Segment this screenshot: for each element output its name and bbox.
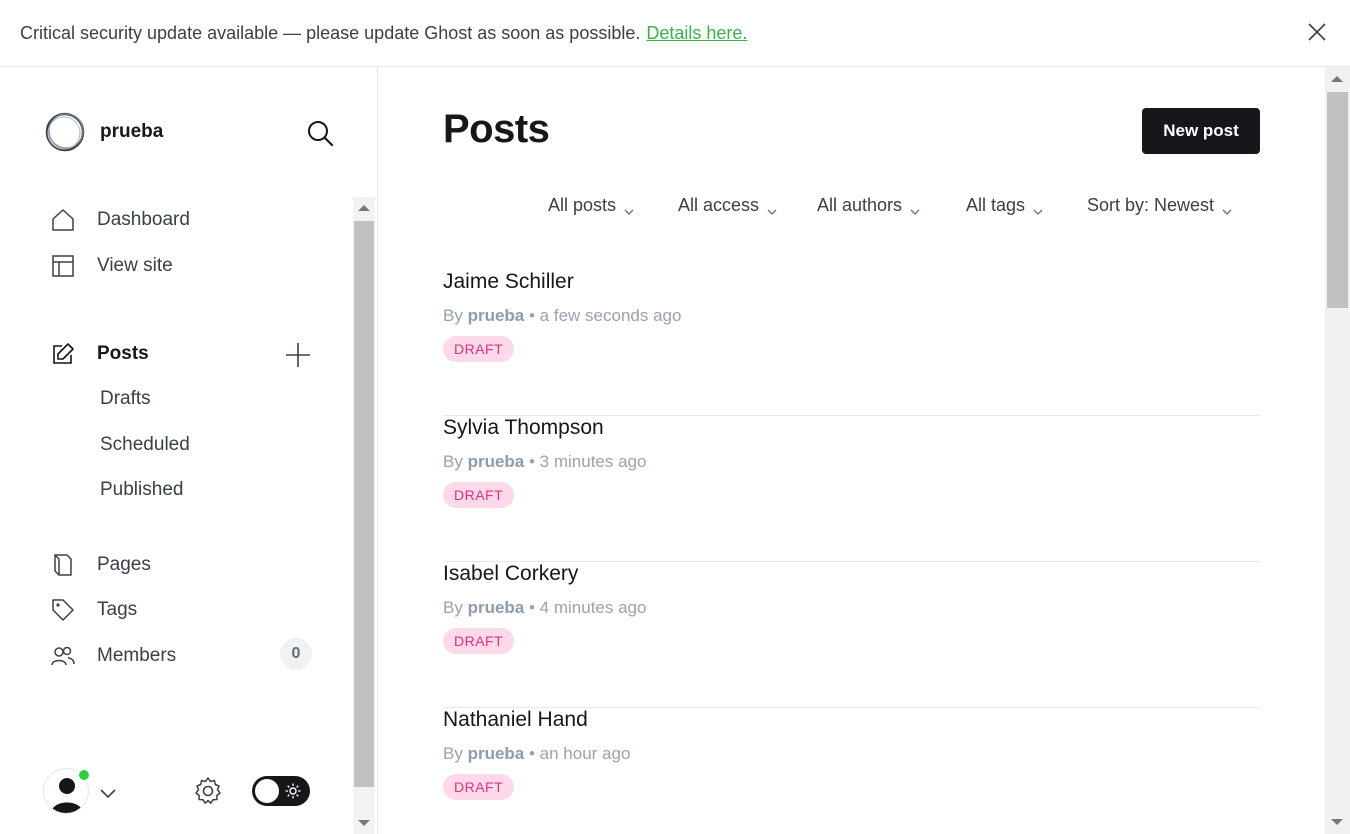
add-post-icon[interactable] (284, 341, 312, 369)
scrollbar-thumb[interactable] (1327, 92, 1348, 308)
post-title: Jaime Schiller (443, 270, 574, 293)
sidebar-item-posts[interactable]: Posts (50, 336, 320, 372)
scroll-down-arrow[interactable] (358, 820, 370, 826)
search-icon[interactable] (306, 119, 334, 147)
filter-all-access[interactable]: All access (678, 195, 777, 216)
sun-icon (285, 783, 301, 799)
scroll-down-arrow[interactable] (1331, 819, 1343, 825)
sidebar-subitem-drafts[interactable]: Drafts (100, 383, 151, 415)
post-time: • 4 minutes ago (529, 598, 647, 617)
post-meta: By prueba • 3 minutes ago (443, 452, 646, 472)
security-update-banner: Critical security update available — ple… (0, 0, 1350, 67)
scroll-up-arrow[interactable] (1331, 76, 1343, 82)
filter-sort-by[interactable]: Sort by: Newest (1087, 195, 1232, 216)
sidebar-item-label: Pages (97, 554, 151, 575)
sidebar-item-label: Posts (97, 343, 149, 364)
sidebar-item-label: Dashboard (97, 209, 190, 230)
scrollbar-thumb[interactable] (354, 221, 374, 787)
new-post-button[interactable]: New post (1142, 108, 1260, 154)
filter-all-posts[interactable]: All posts (548, 195, 634, 216)
scroll-up-arrow[interactable] (358, 205, 370, 211)
filter-all-tags[interactable]: All tags (966, 195, 1043, 216)
status-badge: DRAFT (443, 628, 515, 654)
post-author: prueba (467, 306, 525, 325)
sidebar-item-view-site[interactable]: View site (50, 248, 320, 284)
sidebar-item-pages[interactable]: Pages (50, 547, 320, 583)
chevron-down-icon[interactable] (98, 783, 118, 803)
status-badge: DRAFT (443, 336, 515, 362)
chevron-down-icon (767, 201, 777, 215)
post-by: By (443, 744, 463, 763)
post-time: • a few seconds ago (529, 306, 682, 325)
post-meta: By prueba • an hour ago (443, 744, 630, 764)
page-title: Posts (443, 107, 550, 151)
page-icon (50, 552, 76, 578)
post-time: • 3 minutes ago (529, 452, 647, 471)
chevron-down-icon (1222, 201, 1232, 215)
post-by: By (443, 598, 463, 617)
main-content: Posts New post All posts All access All … (379, 67, 1325, 834)
post-title: Sylvia Thompson (443, 416, 604, 439)
site-logo-icon (44, 111, 86, 153)
banner-details-link[interactable]: Details here. (646, 23, 747, 44)
sidebar-scrollbar[interactable] (353, 197, 375, 834)
sidebar: prueba Dashboard View site Posts Drafts … (0, 67, 378, 834)
sidebar-item-dashboard[interactable]: Dashboard (50, 202, 320, 238)
sidebar-subitem-published[interactable]: Published (100, 474, 183, 506)
sidebar-item-label: Tags (97, 599, 138, 620)
filter-all-authors[interactable]: All authors (817, 195, 920, 216)
sidebar-item-label: View site (97, 255, 173, 276)
status-badge: DRAFT (443, 774, 515, 800)
post-list-item[interactable]: Nathaniel Hand By prueba • an hour ago D… (443, 708, 1260, 834)
status-badge: DRAFT (443, 482, 515, 508)
gear-icon[interactable] (193, 776, 223, 806)
members-count-badge: 0 (280, 638, 312, 670)
filter-label: All tags (966, 195, 1026, 215)
post-title: Isabel Corkery (443, 562, 579, 585)
filter-label: All authors (817, 195, 903, 215)
post-time: • an hour ago (529, 744, 631, 763)
home-icon (50, 207, 76, 233)
post-list-item[interactable]: Jaime Schiller By prueba • a few seconds… (443, 270, 1260, 416)
post-list-item[interactable]: Sylvia Thompson By prueba • 3 minutes ag… (443, 416, 1260, 562)
layout-icon (50, 253, 76, 279)
members-icon (50, 643, 76, 669)
post-filters: All posts All access All authors All tag… (379, 195, 1325, 221)
banner-message: Critical security update available — ple… (20, 22, 641, 43)
post-title: Nathaniel Hand (443, 708, 588, 731)
chevron-down-icon (624, 201, 634, 215)
post-author: prueba (467, 744, 525, 763)
post-meta: By prueba • a few seconds ago (443, 306, 681, 326)
toggle-knob (255, 779, 279, 803)
post-list-item[interactable]: Isabel Corkery By prueba • 4 minutes ago… (443, 562, 1260, 708)
post-author: prueba (467, 452, 525, 471)
site-brand[interactable]: prueba (44, 111, 163, 153)
sidebar-item-tags[interactable]: Tags (50, 592, 320, 628)
online-status-dot (77, 768, 91, 782)
edit-icon (50, 341, 76, 367)
theme-toggle[interactable] (252, 776, 310, 806)
sidebar-subitem-scheduled[interactable]: Scheduled (100, 429, 190, 461)
window-scrollbar[interactable] (1325, 67, 1350, 834)
post-author: prueba (467, 598, 525, 617)
filter-label: All posts (548, 195, 617, 215)
chevron-down-icon (910, 201, 920, 215)
filter-label: Sort by: Newest (1087, 195, 1215, 215)
post-meta: By prueba • 4 minutes ago (443, 598, 646, 618)
filter-label: All access (678, 195, 760, 215)
sidebar-item-label: Members (97, 645, 177, 666)
close-icon[interactable] (1306, 21, 1328, 43)
tag-icon (50, 597, 76, 623)
chevron-down-icon (1033, 201, 1043, 215)
post-by: By (443, 306, 463, 325)
site-name: prueba (100, 121, 164, 142)
post-by: By (443, 452, 463, 471)
